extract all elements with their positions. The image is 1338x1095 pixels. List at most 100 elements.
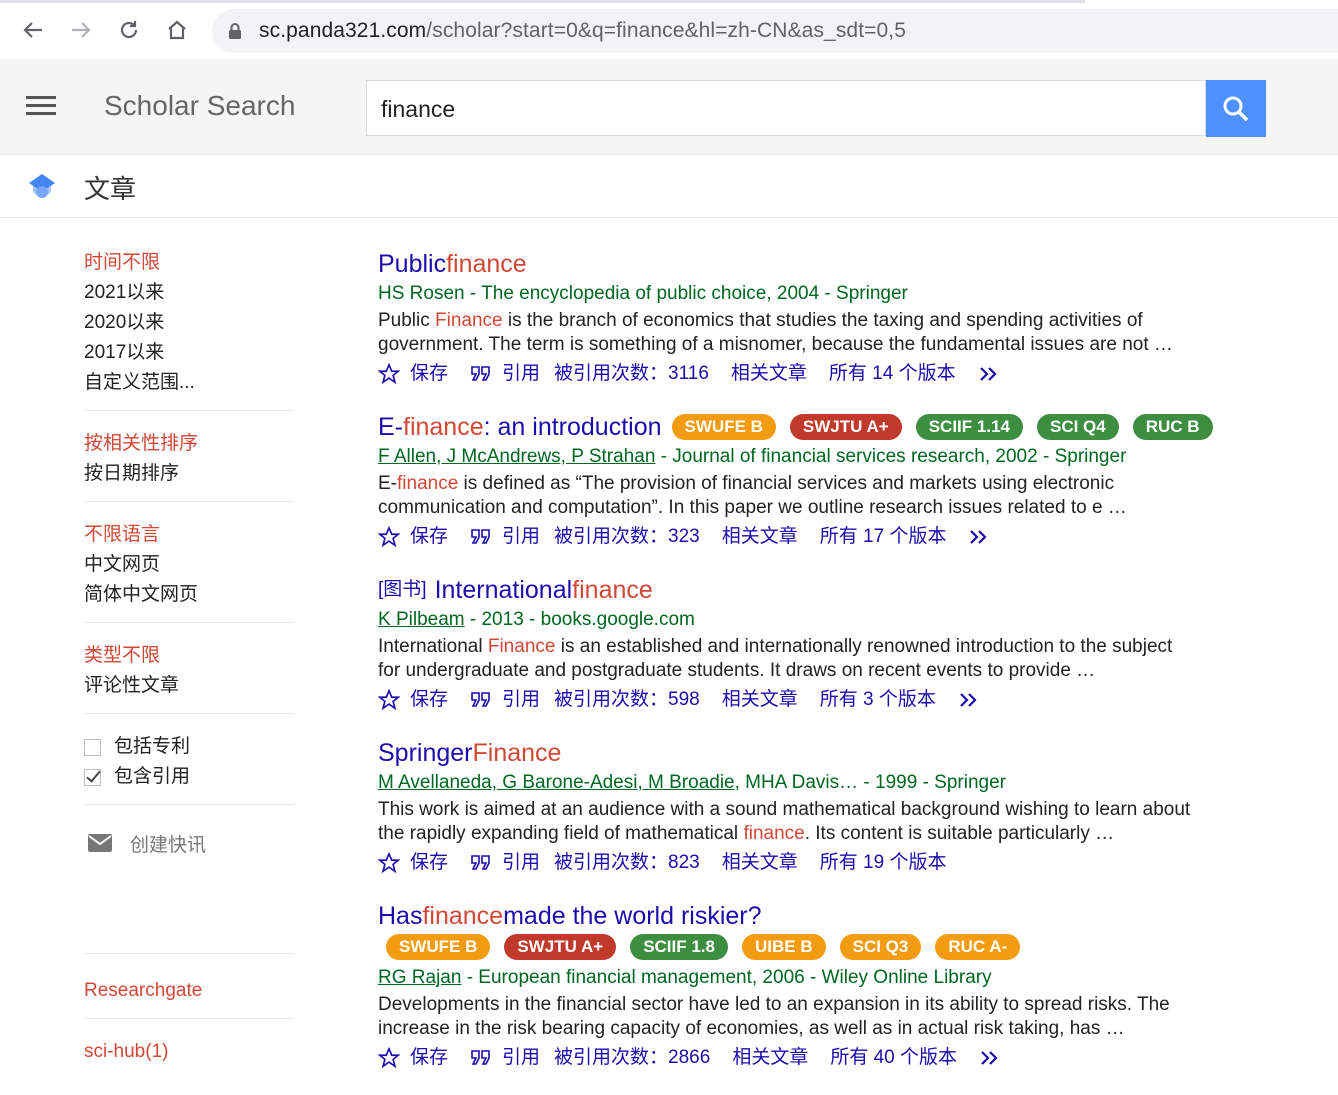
quote-icon[interactable] <box>470 365 492 383</box>
cited-by-link[interactable]: 被引用次数：3116 <box>554 359 709 389</box>
all-versions-link[interactable]: 所有 19 个版本 <box>820 848 947 878</box>
cite-button[interactable]: 引用 <box>502 848 540 878</box>
search-box <box>366 80 1206 137</box>
filter-any-time[interactable]: 时间不限 <box>84 248 294 278</box>
quote-icon[interactable] <box>470 528 492 546</box>
result-item: E-finance: an introduction SWUFE B SWJTU… <box>378 411 1318 552</box>
lang-any[interactable]: 不限语言 <box>84 520 294 550</box>
result-title[interactable]: Has finance made the world riskier? <box>378 900 1318 932</box>
result-title[interactable]: Springer Finance <box>378 737 1318 769</box>
menu-icon[interactable] <box>26 96 56 116</box>
researchgate-group: Researchgate <box>84 972 294 1019</box>
result-meta: F Allen, J McAndrews, P Strahan - Journa… <box>378 443 1318 471</box>
cite-button[interactable]: 引用 <box>502 1043 540 1073</box>
researchgate-link[interactable]: Researchgate <box>84 976 294 1006</box>
include-patents-checkbox[interactable] <box>84 738 101 756</box>
more-chevrons-icon[interactable] <box>978 365 1002 383</box>
type-review[interactable]: 评论性文章 <box>84 671 294 701</box>
related-articles-link[interactable]: 相关文章 <box>722 522 798 552</box>
result-item: Springer Finance M Avellaneda, G Barone-… <box>378 737 1318 878</box>
cited-by-link[interactable]: 被引用次数：598 <box>554 685 700 715</box>
result-actions: 保存 引用 被引用次数：323 相关文章 所有 17 个版本 <box>378 522 1318 552</box>
cited-by-link[interactable]: 被引用次数：2866 <box>554 1043 710 1073</box>
all-versions-link[interactable]: 所有 40 个版本 <box>830 1043 957 1073</box>
include-group: 包括专利 包含引用 <box>84 732 294 805</box>
title-text: : an introduction <box>483 413 662 441</box>
author-links[interactable]: F Allen, J McAndrews, P Strahan <box>378 446 655 467</box>
save-button[interactable]: 保存 <box>410 1043 448 1073</box>
lock-icon <box>228 22 242 40</box>
all-versions-link[interactable]: 所有 14 个版本 <box>829 359 956 389</box>
title-highlight: finance <box>422 902 504 930</box>
result-snippet: This work is aimed at an audience with a… <box>378 799 1191 844</box>
cited-by-link[interactable]: 被引用次数：823 <box>554 848 700 878</box>
save-button[interactable]: 保存 <box>410 685 448 715</box>
sort-by-date[interactable]: 按日期排序 <box>84 459 294 489</box>
include-citations-row[interactable]: 包含引用 <box>84 762 294 792</box>
tab-strip-edge <box>0 0 1085 3</box>
star-icon[interactable] <box>378 363 400 385</box>
quote-icon[interactable] <box>470 691 492 709</box>
star-icon[interactable] <box>378 1047 400 1069</box>
scihub-link[interactable]: sci-hub(1) <box>84 1037 294 1067</box>
scholar-header: Scholar Search <box>0 58 1338 155</box>
cite-button[interactable]: 引用 <box>502 522 540 552</box>
reload-icon[interactable] <box>113 14 145 46</box>
author-links[interactable]: K Pilbeam <box>378 609 465 630</box>
brand-logo[interactable]: Scholar Search <box>104 90 295 122</box>
more-chevrons-icon[interactable] <box>979 1049 1003 1067</box>
cited-by-link[interactable]: 被引用次数：323 <box>554 522 700 552</box>
quote-icon[interactable] <box>470 854 492 872</box>
star-icon[interactable] <box>378 689 400 711</box>
lang-simplified-chinese[interactable]: 简体中文网页 <box>84 580 294 610</box>
result-title[interactable]: Public finance <box>378 248 1318 280</box>
address-bar[interactable]: sc.panda321.com/scholar?start=0&q=financ… <box>212 9 1338 53</box>
filter-since-2020[interactable]: 2020以来 <box>84 308 294 338</box>
rank-badge: RUC B <box>1132 414 1213 440</box>
more-chevrons-icon[interactable] <box>958 691 982 709</box>
related-articles-link[interactable]: 相关文章 <box>731 359 807 389</box>
filter-since-2021[interactable]: 2021以来 <box>84 278 294 308</box>
result-title[interactable]: E-finance: an introduction SWUFE B SWJTU… <box>378 411 1318 443</box>
result-item: Public finance HS Rosen - The encycloped… <box>378 248 1318 389</box>
save-button[interactable]: 保存 <box>410 359 448 389</box>
rank-badge: SWUFE B <box>386 934 491 960</box>
lang-chinese[interactable]: 中文网页 <box>84 550 294 580</box>
result-title[interactable]: [图书] International finance <box>378 574 1318 606</box>
title-text: E- <box>378 413 403 441</box>
rank-badge: SCI Q3 <box>839 934 922 960</box>
related-articles-link[interactable]: 相关文章 <box>722 848 798 878</box>
star-icon[interactable] <box>378 852 400 874</box>
author-links[interactable]: M Avellaneda, G Barone-Adesi, M Broadie <box>378 772 735 793</box>
include-citations-checkbox[interactable] <box>84 768 101 786</box>
result-snippet: International Finance is an established … <box>378 636 1173 681</box>
search-input[interactable] <box>379 81 1183 137</box>
author-links[interactable]: RG Rajan <box>378 967 461 988</box>
doc-type-label: [图书] <box>378 579 427 600</box>
sort-by-relevance[interactable]: 按相关性排序 <box>84 429 294 459</box>
type-any[interactable]: 类型不限 <box>84 641 294 671</box>
related-articles-link[interactable]: 相关文章 <box>722 685 798 715</box>
create-alert-link[interactable]: 创建快讯 <box>88 823 294 863</box>
filter-custom-range[interactable]: 自定义范围... <box>84 368 294 398</box>
cite-button[interactable]: 引用 <box>502 359 540 389</box>
include-patents-row[interactable]: 包括专利 <box>84 732 294 762</box>
home-icon[interactable] <box>161 14 193 46</box>
quote-icon[interactable] <box>470 1049 492 1067</box>
related-articles-link[interactable]: 相关文章 <box>732 1043 808 1073</box>
search-button[interactable] <box>1206 80 1266 137</box>
filter-since-2017[interactable]: 2017以来 <box>84 338 294 368</box>
star-icon[interactable] <box>378 526 400 548</box>
browser-toolbar: sc.panda321.com/scholar?start=0&q=financ… <box>0 0 1338 58</box>
back-arrow-icon[interactable] <box>17 14 49 46</box>
more-chevrons-icon[interactable] <box>968 528 992 546</box>
envelope-icon <box>88 834 112 852</box>
forward-arrow-icon[interactable] <box>65 14 97 46</box>
save-button[interactable]: 保存 <box>410 522 448 552</box>
sort-group: 按相关性排序 按日期排序 <box>84 429 294 502</box>
result-meta: M Avellaneda, G Barone-Adesi, M Broadie,… <box>378 769 1318 797</box>
all-versions-link[interactable]: 所有 17 个版本 <box>820 522 947 552</box>
cite-button[interactable]: 引用 <box>502 685 540 715</box>
save-button[interactable]: 保存 <box>410 848 448 878</box>
all-versions-link[interactable]: 所有 3 个版本 <box>820 685 936 715</box>
